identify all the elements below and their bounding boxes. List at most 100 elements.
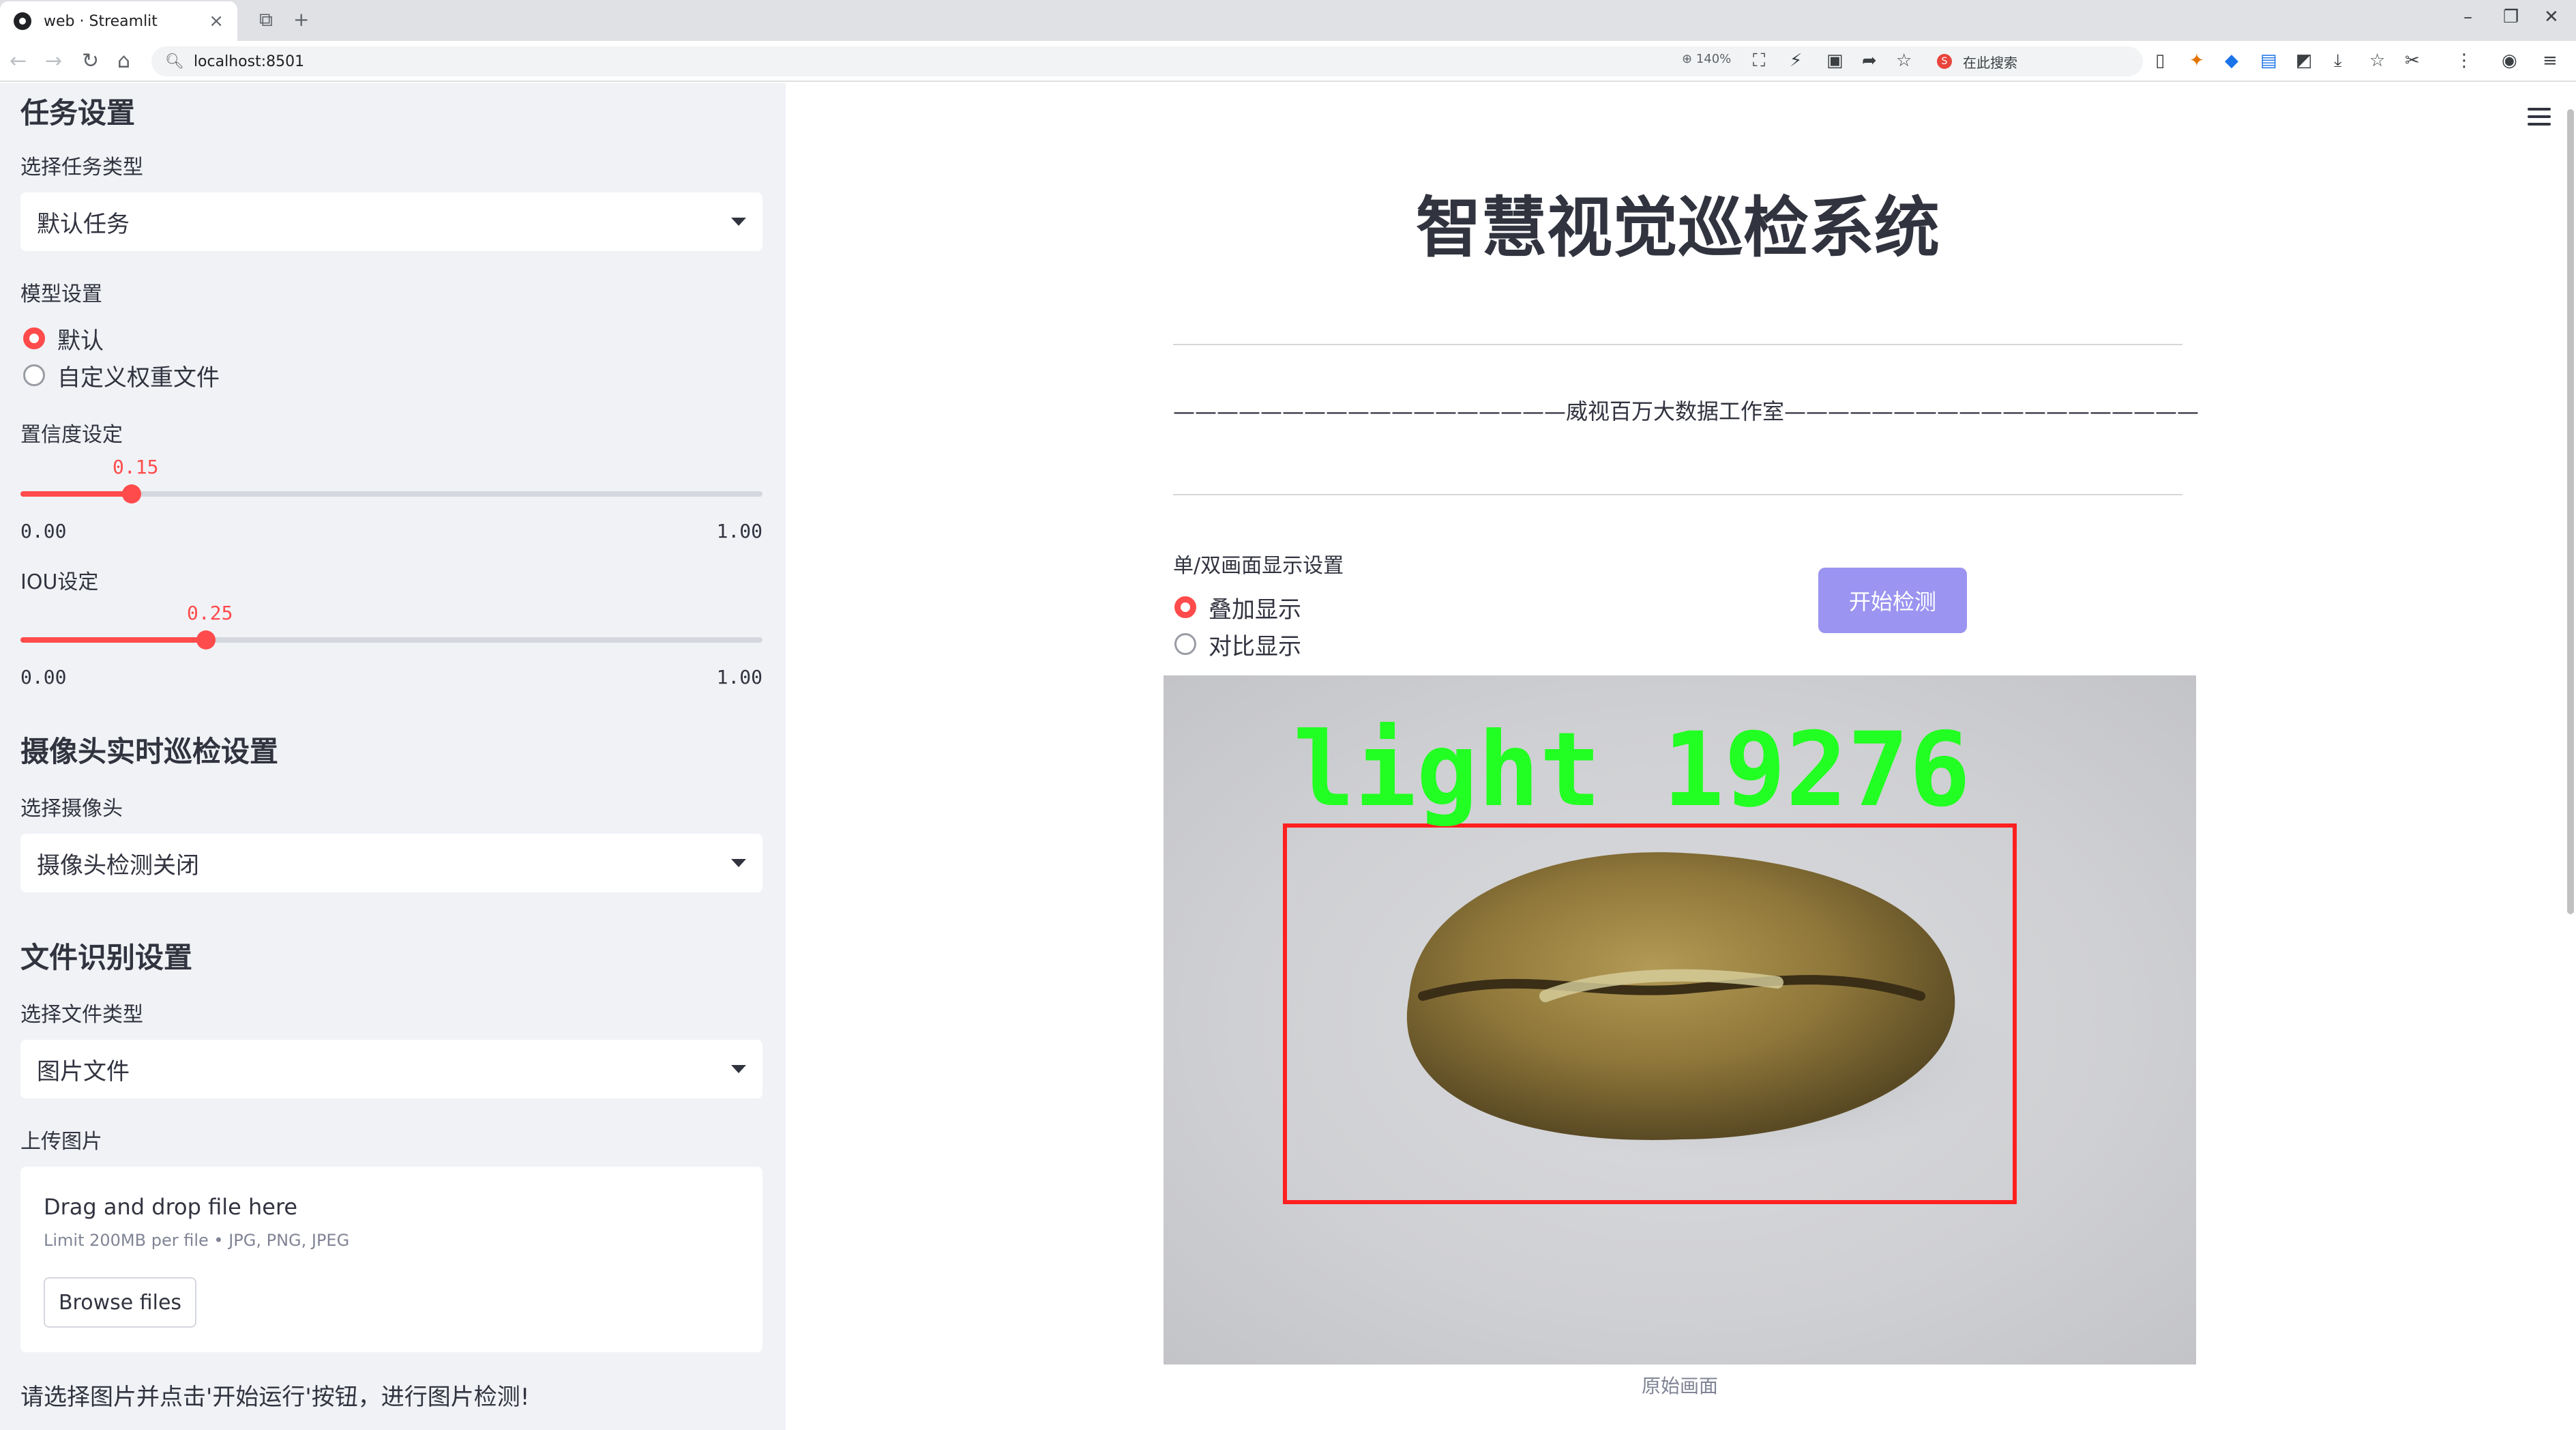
radio-unchecked-icon (1174, 633, 1196, 655)
task-type-value: 默认任务 (37, 210, 130, 238)
display-option-label: 对比显示 (1209, 632, 1301, 660)
radio-checked-icon (1174, 596, 1196, 618)
confidence-label: 置信度设定 (20, 423, 123, 447)
camera-label: 选择摄像头 (20, 797, 123, 821)
extension-4-icon[interactable]: ◩ (2296, 50, 2313, 71)
browser-menu-icon[interactable]: ≡ (2543, 50, 2558, 71)
detection-image-svg: light 19276 (1283, 711, 2017, 1204)
mobile-icon[interactable]: ▯ (2155, 50, 2165, 71)
upload-label: 上传图片 (20, 1130, 102, 1154)
model-option-label: 自定义权重文件 (57, 364, 220, 392)
model-option-label: 默认 (57, 327, 104, 355)
iou-value: 0.25 (187, 602, 233, 624)
file-type-select[interactable]: 图片文件 (20, 1040, 763, 1098)
slider-min: 0.00 (20, 666, 67, 688)
search-engine-logo-icon: S (1937, 54, 1952, 69)
scissors-icon[interactable]: ✂ (2405, 50, 2420, 71)
more-vert-icon[interactable]: ⋮ (2455, 50, 2473, 71)
radio-unchecked-icon (23, 364, 45, 386)
streamlit-favicon-icon (14, 12, 31, 30)
display-radio-compare[interactable]: 对比显示 (1174, 629, 1301, 660)
divider (1173, 494, 2182, 495)
tab-title: web · Streamlit (44, 12, 158, 30)
sidebar-instruction: 请选择图片并点击'开始运行'按钮，进行图片检测! (20, 1384, 530, 1411)
browse-files-button[interactable]: Browse files (44, 1277, 196, 1328)
file-type-value: 图片文件 (37, 1057, 130, 1085)
model-radio-custom[interactable]: 自定义权重文件 (23, 360, 220, 392)
detection-label: light 19276 (1293, 711, 1970, 830)
tab-group-icon[interactable]: ⧉ (259, 8, 273, 31)
iou-slider[interactable]: 0.25 0.00 1.00 (20, 602, 763, 688)
url-input[interactable]: 🔍︎ localhost:8501 (151, 46, 2143, 76)
iou-label: IOU设定 (20, 570, 99, 594)
minimize-icon[interactable]: – (2463, 7, 2472, 27)
zoom-level[interactable]: ⊕ 140% (1682, 52, 1731, 66)
slider-fill (20, 637, 206, 643)
chevron-down-icon (731, 218, 746, 226)
hamburger-menu-icon[interactable] (2528, 108, 2551, 126)
task-type-label: 选择任务类型 (20, 156, 143, 179)
window-close-icon[interactable]: ✕ (2544, 7, 2559, 27)
tab-close-icon[interactable]: × (209, 11, 224, 31)
file-type-label: 选择文件类型 (20, 1003, 143, 1027)
slider-max: 1.00 (716, 666, 763, 688)
restore-icon[interactable]: ❐ (2503, 7, 2519, 27)
new-tab-icon[interactable]: + (293, 8, 309, 31)
zoom-icon: ⊕ (1682, 52, 1693, 66)
confidence-value: 0.15 (113, 456, 159, 478)
model-radio-default[interactable]: 默认 (23, 323, 104, 355)
slider-thumb[interactable] (196, 630, 216, 650)
address-bar-row: ← → ↻ ⌂ 🔍︎ localhost:8501 ⊕ 140% ⛶ ⚡ ▣ ➦… (0, 41, 2576, 82)
extension-3-icon[interactable]: ▤ (2260, 50, 2277, 71)
slider-fill (20, 491, 132, 497)
zoom-value: 140% (1696, 52, 1732, 66)
chevron-down-icon (731, 859, 746, 867)
camera-select[interactable]: 摄像头检测关闭 (20, 834, 763, 892)
profile-avatar-icon[interactable]: ◉ (2502, 50, 2517, 71)
file-section-title: 文件识别设置 (20, 941, 193, 974)
home-icon[interactable]: ⌂ (117, 49, 130, 73)
camera-value: 摄像头检测关闭 (37, 851, 199, 879)
sidebar: 任务设置 选择任务类型 默认任务 模型设置 默认 自定义权重文件 置信度设定 0… (0, 83, 786, 1430)
site-info-icon[interactable]: 🔍︎ (165, 53, 184, 70)
display-radio-overlay[interactable]: 叠加显示 (1174, 592, 1301, 624)
translate-icon[interactable]: ⛶ (1753, 50, 1765, 72)
favorites-icon[interactable]: ☆ (2369, 50, 2385, 71)
share-icon[interactable]: ➦ (1862, 50, 1877, 71)
divider (1173, 344, 2182, 345)
download-icon[interactable]: ⤓ (2334, 50, 2342, 72)
coffee-bean (1406, 852, 1955, 1140)
extension-2-icon[interactable]: ◆ (2225, 50, 2238, 71)
search-placeholder: 在此搜索 (1963, 54, 2017, 71)
slider-min: 0.00 (20, 520, 67, 542)
confidence-slider[interactable]: 0.15 0.00 1.00 (20, 456, 763, 542)
page-title: 智慧视觉巡检系统 (1416, 190, 1940, 266)
browser-tab-bar: web · Streamlit × ⧉ + – ❐ ✕ (0, 0, 2576, 41)
screenshot-icon[interactable]: ▣ (1826, 50, 1844, 71)
radio-checked-icon (23, 327, 45, 349)
page-subtitle: ——————————————————威视百万大数据工作室————————————… (1173, 398, 2200, 424)
start-detection-button[interactable]: 开始检测 (1818, 568, 1967, 633)
scrollbar[interactable] (2567, 109, 2574, 914)
forward-icon[interactable]: → (45, 49, 62, 73)
extension-1-icon[interactable]: ✦ (2189, 50, 2204, 71)
slider-thumb[interactable] (122, 484, 141, 504)
display-mode-label: 单/双画面显示设置 (1173, 554, 1344, 578)
url-text: localhost:8501 (193, 53, 305, 70)
back-icon[interactable]: ← (10, 49, 27, 73)
reload-icon[interactable]: ↻ (82, 49, 99, 73)
image-caption: 原始画面 (1641, 1375, 1718, 1397)
lightning-icon[interactable]: ⚡ (1790, 50, 1802, 71)
task-type-select[interactable]: 默认任务 (20, 192, 763, 251)
camera-section-title: 摄像头实时巡检设置 (20, 735, 279, 768)
model-label: 模型设置 (20, 282, 102, 306)
search-engine-box[interactable]: S 在此搜索 (1937, 50, 2142, 72)
drag-drop-text: Drag and drop file here (44, 1194, 298, 1220)
task-section-title: 任务设置 (20, 96, 136, 130)
detection-image: light 19276 (1164, 675, 2196, 1365)
display-option-label: 叠加显示 (1209, 596, 1301, 624)
upload-limit-text: Limit 200MB per file • JPG, PNG, JPEG (44, 1231, 350, 1250)
file-uploader-dropzone[interactable]: Drag and drop file here Limit 200MB per … (20, 1167, 763, 1352)
bookmark-star-icon[interactable]: ☆ (1896, 50, 1912, 71)
browser-tab[interactable]: web · Streamlit × (0, 1, 237, 41)
